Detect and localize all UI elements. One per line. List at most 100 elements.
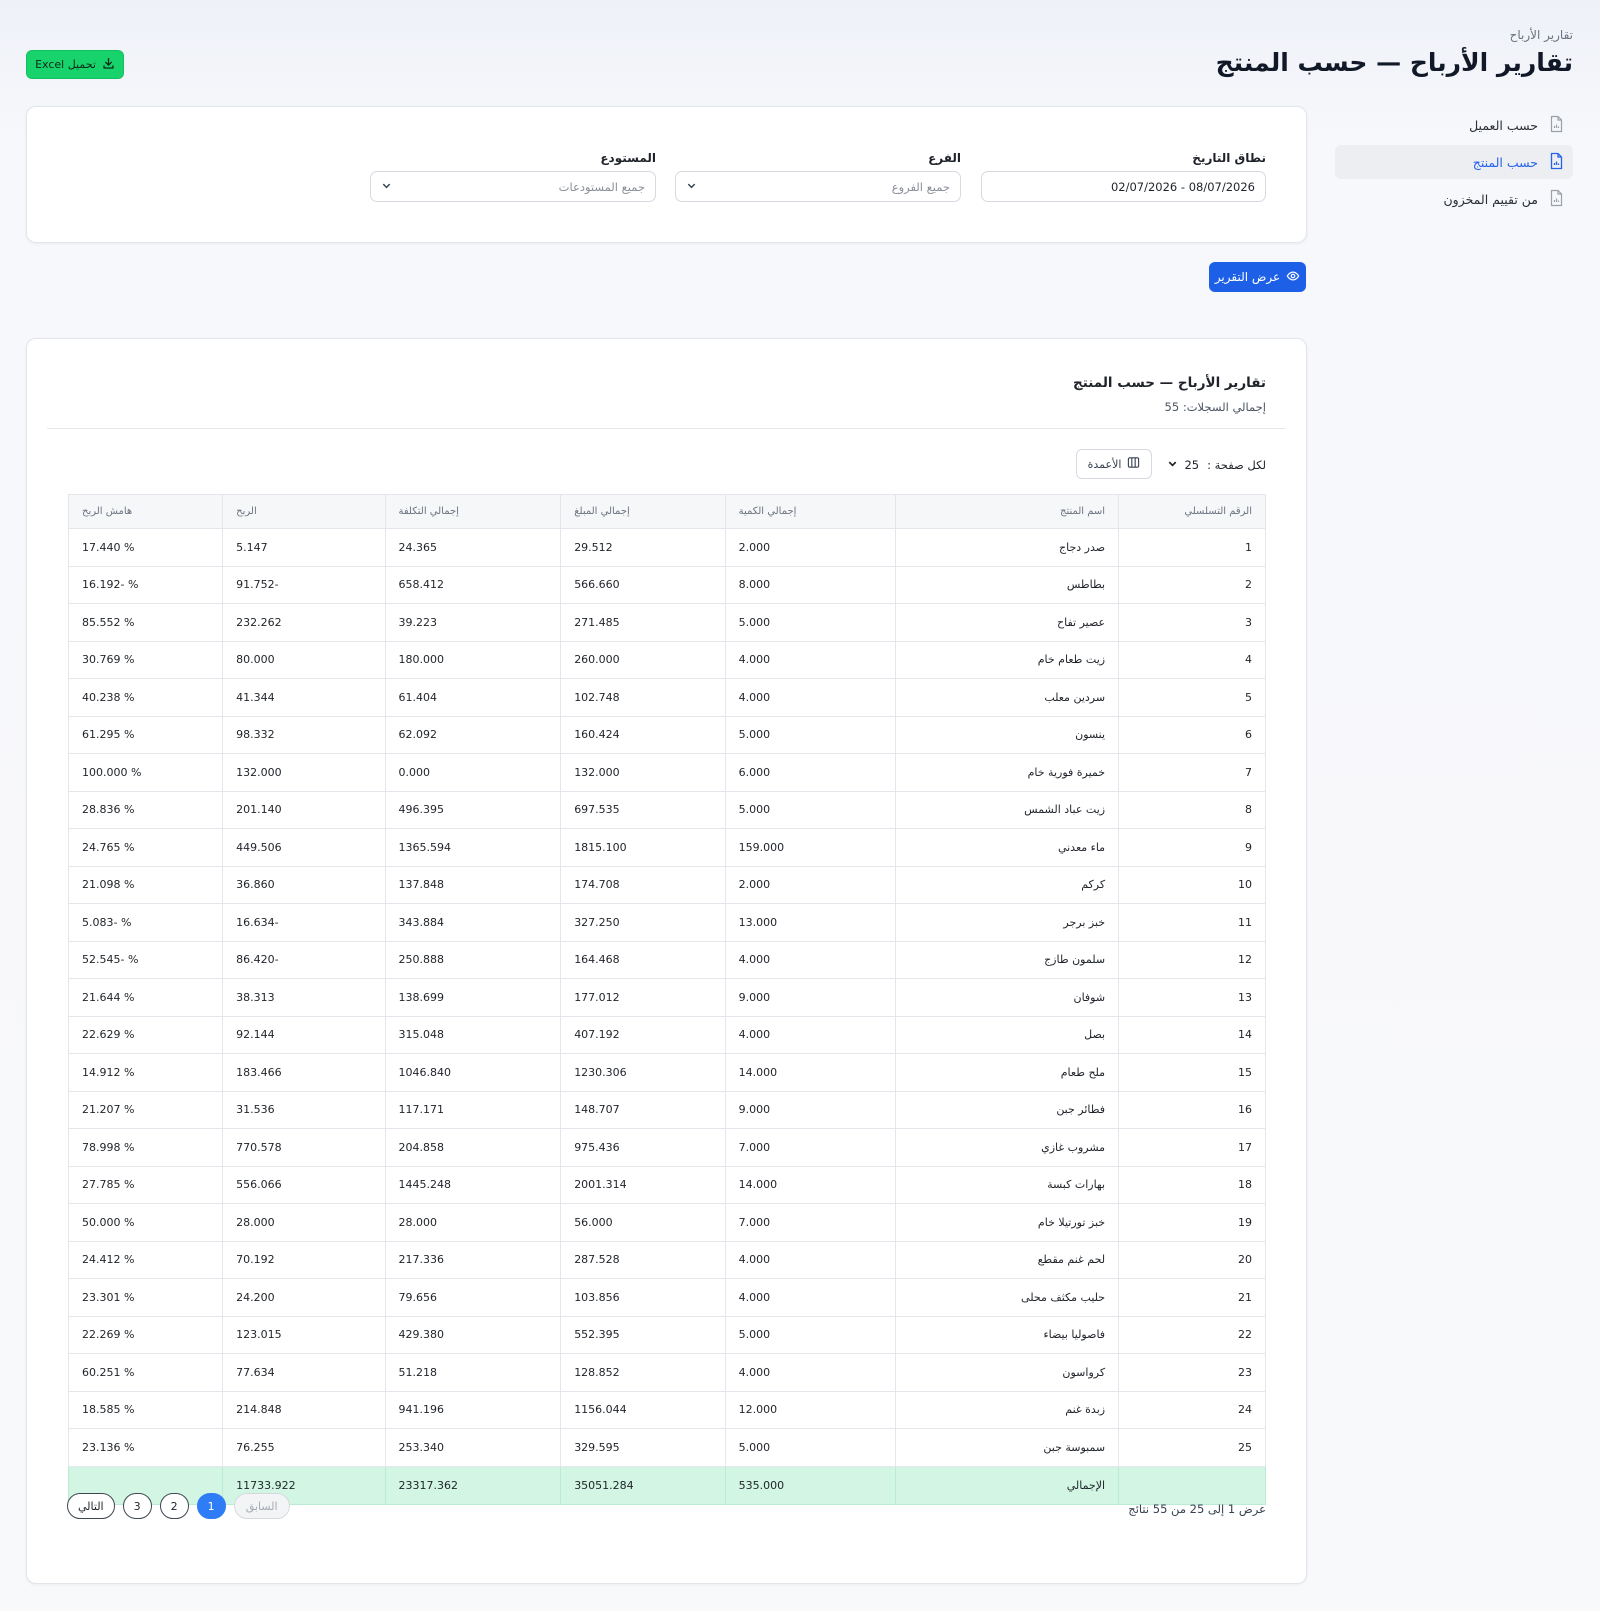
- cell-total-amount: 566.660: [560, 565, 726, 604]
- warehouse-select[interactable]: جميع المستودعات: [370, 171, 656, 202]
- previous-page-button[interactable]: السابق: [233, 1493, 290, 1519]
- cell-profit-margin: % 27.785: [67, 1165, 224, 1204]
- eye-icon: [1286, 269, 1300, 286]
- cell-profit: 556.066: [222, 1165, 386, 1204]
- column-header-total-amount[interactable]: إجمالي المبلغ: [560, 494, 726, 529]
- cell-product-name: بهارات كبسة: [895, 1165, 1120, 1204]
- page-button-2[interactable]: 2: [159, 1493, 189, 1519]
- table-row: 23 كرواسون 4.000 128.852 51.218 77.634% 60.25…: [67, 1353, 1266, 1392]
- pagination: التالي 3 2 1 السابق: [67, 1493, 290, 1519]
- cell-total-quantity: 5.000: [724, 1315, 897, 1354]
- cell-product-name: عصير تفاح: [895, 603, 1120, 642]
- cell-serial: 24: [1118, 1390, 1266, 1429]
- cell-profit-margin: % 14.912: [67, 1053, 224, 1092]
- next-page-button[interactable]: التالي: [67, 1493, 115, 1519]
- cell-total-cost: 217.336: [384, 1240, 562, 1279]
- cell-total-quantity: 14.000: [724, 1053, 897, 1092]
- cell-profit-margin: % 18.585: [67, 1390, 224, 1429]
- column-header-total-cost[interactable]: إجمالي التكلفة: [384, 494, 562, 529]
- total-cell-product-name: الإجمالي: [895, 1465, 1120, 1505]
- cell-serial: 10: [1118, 865, 1266, 904]
- cell-total-amount: 132.000: [560, 753, 726, 792]
- cell-product-name: زيت طعام خام: [895, 640, 1120, 679]
- per-page-select[interactable]: 25: [1167, 458, 1199, 472]
- cell-profit: 5.147: [222, 528, 386, 567]
- cell-total-amount: 327.250: [560, 903, 726, 942]
- cell-profit-margin: % 50.000: [67, 1203, 224, 1242]
- profit-table: الرقم التسلسلي اسم المنتج إجمالي الكمية …: [67, 494, 1266, 1505]
- cell-total-quantity: 12.000: [724, 1390, 897, 1429]
- download-excel-button[interactable]: تحميل Excel: [26, 50, 124, 79]
- cell-serial: 20: [1118, 1240, 1266, 1279]
- cell-total-amount: 260.000: [560, 640, 726, 679]
- breadcrumb[interactable]: تقارير الأرباح: [1510, 28, 1573, 42]
- column-header-serial[interactable]: الرقم التسلسلي: [1118, 494, 1266, 529]
- cell-total-quantity: 7.000: [724, 1128, 897, 1167]
- cell-total-amount: 1230.306: [560, 1053, 726, 1092]
- cell-total-quantity: 8.000: [724, 565, 897, 604]
- cell-total-amount: 329.595: [560, 1428, 726, 1467]
- cell-total-quantity: 5.000: [724, 1428, 897, 1467]
- show-report-button[interactable]: عرض التقرير: [1209, 262, 1306, 292]
- cell-profit-margin: % 21.644: [67, 978, 224, 1017]
- table-row: 24 زبدة غنم 12.000 1156.044 941.196 214.848% …: [67, 1390, 1266, 1429]
- cell-total-cost: 117.171: [384, 1090, 562, 1129]
- cell-serial: 3: [1118, 603, 1266, 642]
- cell-total-quantity: 4.000: [724, 1278, 897, 1317]
- cell-product-name: لحم غنم مقطع: [895, 1240, 1120, 1279]
- cell-total-amount: 271.485: [560, 603, 726, 642]
- sidebar-item-inventory-valuation[interactable]: من تقييم المخزون: [1335, 182, 1573, 216]
- cell-product-name: كركم: [895, 865, 1120, 904]
- cell-product-name: مشروب غازي: [895, 1128, 1120, 1167]
- cell-total-quantity: 4.000: [724, 1240, 897, 1279]
- report-file-icon: [1548, 115, 1565, 136]
- page-button-3[interactable]: 3: [122, 1493, 152, 1519]
- cell-total-quantity: 6.000: [724, 753, 897, 792]
- cell-profit: 36.860: [222, 865, 386, 904]
- cell-total-cost: 1365.594: [384, 828, 562, 867]
- columns-button[interactable]: الأعمدة: [1076, 449, 1152, 479]
- table-row: 12 سلمون طازج 4.000 164.468 250.888 -86.420% …: [67, 940, 1266, 979]
- download-icon: [102, 57, 115, 73]
- branch-select[interactable]: جميع الفروع: [675, 171, 961, 202]
- cell-profit: 77.634: [222, 1353, 386, 1392]
- report-title: تقارير الأرباح — حسب المنتج: [1073, 375, 1266, 391]
- cell-serial: 17: [1118, 1128, 1266, 1167]
- column-header-profit[interactable]: الربح: [222, 494, 386, 529]
- cell-total-amount: 552.395: [560, 1315, 726, 1354]
- cell-product-name: سمبوسة جبن: [895, 1428, 1120, 1467]
- per-page-value: 25: [1184, 458, 1200, 472]
- cell-profit: 98.332: [222, 715, 386, 754]
- cell-product-name: سردين معلب: [895, 678, 1120, 717]
- cell-serial: 9: [1118, 828, 1266, 867]
- cell-total-quantity: 2.000: [724, 865, 897, 904]
- cell-profit-margin: % 78.998: [67, 1128, 224, 1167]
- cell-total-cost: 39.223: [384, 603, 562, 642]
- sidebar-item-by-customer[interactable]: حسب العميل: [1335, 108, 1573, 142]
- table-row: 25 سمبوسة جبن 5.000 329.595 253.340 76.255% 2…: [67, 1428, 1266, 1467]
- table-row: 13 شوفان 9.000 177.012 138.699 38.313% 21.644: [67, 978, 1266, 1017]
- cell-profit-margin: % 22.269: [67, 1315, 224, 1354]
- table-row: 17 مشروب غازي 7.000 975.436 204.858 770.578% …: [67, 1128, 1266, 1167]
- column-header-total-quantity[interactable]: إجمالي الكمية: [724, 494, 897, 529]
- cell-product-name: خبز برجر: [895, 903, 1120, 942]
- cell-total-cost: 343.884: [384, 903, 562, 942]
- download-excel-label: تحميل Excel: [35, 58, 96, 71]
- page-button-1[interactable]: 1: [196, 1493, 226, 1519]
- cell-profit: -86.420: [222, 940, 386, 979]
- date-range-input[interactable]: 08/07/2026 - 02/07/2026: [981, 171, 1266, 202]
- sidebar-item-by-product[interactable]: حسب المنتج: [1335, 145, 1573, 179]
- cell-total-cost: 79.656: [384, 1278, 562, 1317]
- sidebar-item-label: حسب المنتج: [1472, 154, 1538, 170]
- cell-product-name: فطائر جبن: [895, 1090, 1120, 1129]
- column-header-profit-margin[interactable]: هامش الربح: [67, 494, 224, 529]
- column-header-product-name[interactable]: اسم المنتج: [895, 494, 1120, 529]
- cell-product-name: زيت عباد الشمس: [895, 790, 1120, 829]
- table-row: 4 زيت طعام خام 4.000 260.000 180.000 80.000% …: [67, 640, 1266, 679]
- cell-total-quantity: 5.000: [724, 603, 897, 642]
- cell-serial: 22: [1118, 1315, 1266, 1354]
- table-row: 6 ينسون 5.000 160.424 62.092 98.332% 61.295: [67, 715, 1266, 754]
- cell-profit-margin: % 30.769: [67, 640, 224, 679]
- table-row: 11 خبز برجر 13.000 327.250 343.884 -16.634% -…: [67, 903, 1266, 942]
- cell-total-amount: 1156.044: [560, 1390, 726, 1429]
